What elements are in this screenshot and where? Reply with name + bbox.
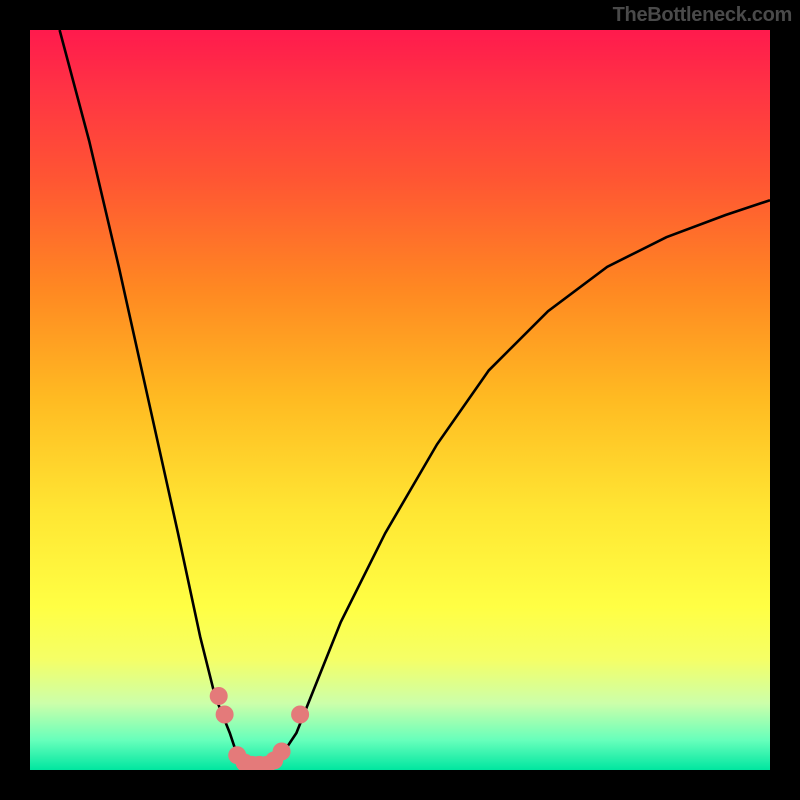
- curve-marker: [210, 687, 228, 705]
- curve-marker: [291, 706, 309, 724]
- curve-markers: [210, 687, 309, 770]
- chart-svg: [30, 30, 770, 770]
- chart-frame: TheBottleneck.com: [0, 0, 800, 800]
- curve-marker: [216, 706, 234, 724]
- curve-marker: [273, 743, 291, 761]
- plot-area: [30, 30, 770, 770]
- bottleneck-curve: [60, 30, 770, 766]
- attribution-text: TheBottleneck.com: [613, 4, 792, 27]
